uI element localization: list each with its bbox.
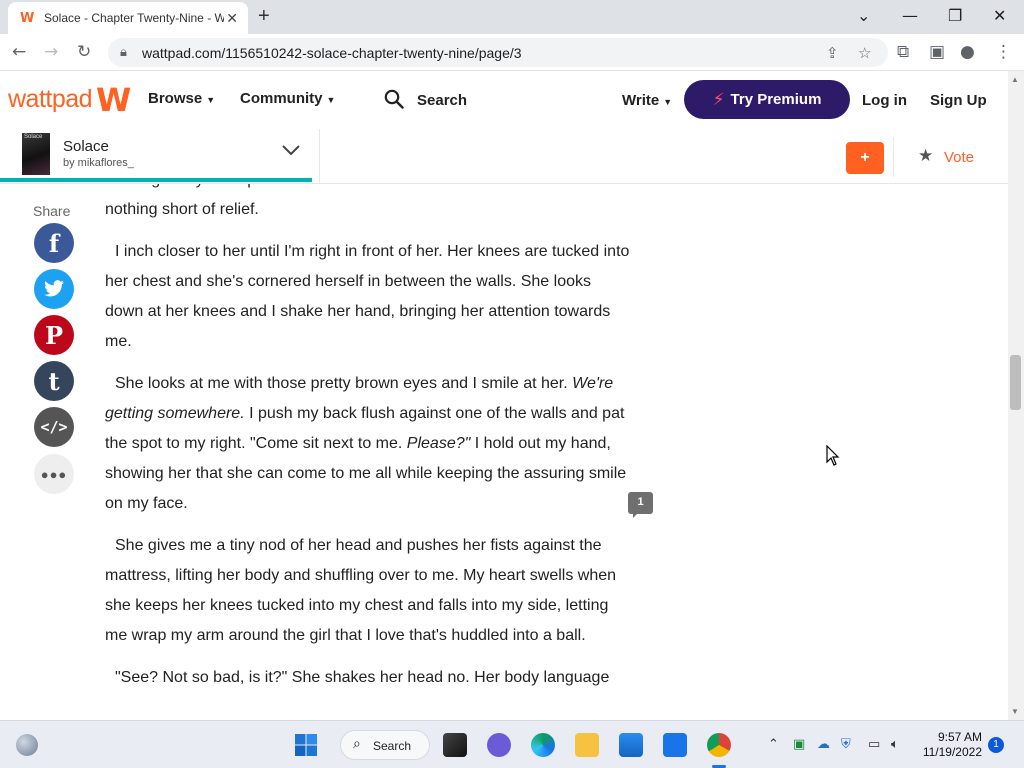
search-icon: ⌕	[353, 736, 361, 752]
tab-title: Solace - Chapter Twenty-Nine - Wattpad	[44, 11, 224, 25]
windows-start-icon[interactable]	[294, 733, 318, 757]
lightning-bolt-icon: ⚡︎	[712, 89, 725, 110]
scroll-up-arrow-icon[interactable]: ▲	[1011, 75, 1019, 84]
italic-text-run: Please?"	[406, 435, 471, 452]
chevron-down-icon[interactable]	[281, 143, 301, 157]
tab-close-icon[interactable]: ✕	[226, 10, 238, 27]
more-options-icon[interactable]: ●●●	[34, 454, 74, 494]
star-icon[interactable]: ★	[918, 146, 933, 166]
story-paragraph: thinking I may have pushed it a bit far.…	[105, 184, 621, 218]
inline-comment-badge[interactable]: 1	[628, 492, 653, 514]
taskbar-search-box[interactable]: ⌕ Search	[340, 730, 430, 760]
login-link[interactable]: Log in	[862, 92, 907, 109]
notification-count-badge[interactable]: 1	[988, 737, 1004, 753]
url-text: wattpad.com/1156510242-solace-chapter-tw…	[142, 45, 522, 61]
story-paragraph: She looks at me with those pretty brown …	[105, 369, 630, 519]
signup-link[interactable]: Sign Up	[930, 92, 987, 109]
reading-progress-bar	[0, 178, 313, 182]
onedrive-cloud-icon[interactable]: ☁	[817, 737, 830, 752]
caret-down-icon: ▼	[663, 97, 673, 107]
task-view-icon[interactable]	[443, 733, 467, 757]
restore-icon[interactable]: ❐	[948, 6, 962, 25]
close-window-icon[interactable]: ✕	[993, 6, 1006, 25]
chrome-taskbar-icon[interactable]	[707, 733, 731, 757]
wattpad-w-logo-icon[interactable]: W	[96, 81, 131, 119]
minimize-icon[interactable]: —	[902, 6, 918, 25]
reload-icon[interactable]: ↻	[77, 42, 91, 62]
bookmark-star-icon[interactable]: ☆	[858, 44, 871, 62]
clock-time: 9:57 AM	[937, 730, 982, 744]
caret-down-icon: ▼	[326, 95, 336, 105]
mail-icon[interactable]	[663, 733, 687, 757]
share-label: Share	[33, 203, 71, 219]
volume-speaker-icon[interactable]: 🔈︎	[891, 737, 899, 752]
wattpad-logo[interactable]: wattpad	[8, 85, 93, 114]
premium-label: Try Premium	[730, 91, 822, 108]
facebook-share-icon[interactable]: f	[34, 223, 74, 263]
browser-tab[interactable]: W Solace - Chapter Twenty-Nine - Wattpad…	[8, 2, 248, 34]
weather-widget-icon[interactable]	[16, 734, 38, 756]
caret-down-icon: ▼	[206, 95, 216, 105]
network-icon[interactable]: ▭	[868, 737, 880, 752]
story-title[interactable]: Solace	[63, 138, 109, 155]
lock-icon: 🔒︎	[120, 44, 127, 59]
story-paragraph: I inch closer to her until I'm right in …	[105, 243, 630, 350]
twitter-share-icon[interactable]	[34, 269, 74, 309]
story-text-container: thinking I may have pushed it a bit far.…	[105, 184, 630, 720]
share-page-icon[interactable]: ⇪	[826, 44, 839, 62]
clock-date: 11/19/2022	[922, 745, 982, 759]
browse-label: Browse	[148, 90, 203, 107]
side-panel-icon[interactable]: ▣	[929, 42, 945, 62]
search-icon[interactable]	[384, 89, 404, 109]
search-label[interactable]: Search	[417, 92, 467, 109]
browse-menu[interactable]: Browse ▼	[148, 90, 215, 107]
story-paragraph: She gives me a tiny nod of her head and …	[105, 537, 617, 644]
tab-search-chevron-icon[interactable]: ⌄	[857, 6, 870, 25]
text-run: She looks at me with those pretty brown …	[115, 375, 573, 392]
embed-code-icon[interactable]: </>	[34, 407, 74, 447]
wattpad-favicon-icon: W	[20, 10, 35, 26]
try-premium-button[interactable]: ⚡︎ Try Premium	[684, 80, 850, 119]
mouse-cursor-icon	[826, 445, 840, 466]
site-header: wattpad W Browse ▼ Community ▼ Search Writ…	[0, 71, 1008, 129]
security-shield-icon[interactable]: ⛨	[841, 737, 851, 752]
story-cover-text: Solace	[24, 134, 43, 140]
divider	[319, 129, 320, 183]
back-arrow-icon[interactable]: ←	[12, 42, 26, 62]
story-author[interactable]: by mikaflores_	[63, 157, 134, 169]
comment-badge-tail	[633, 513, 638, 518]
windows-taskbar: ⌕ Search ⌃ ▣ ☁ ⛨ ▭ 🔈︎ 9:57 AM 11/19/2022…	[0, 720, 1024, 768]
microsoft-store-icon[interactable]	[619, 733, 643, 757]
clock[interactable]: 9:57 AM 11/19/2022	[922, 730, 982, 760]
vote-button[interactable]: Vote	[944, 149, 974, 166]
scroll-down-arrow-icon[interactable]: ▼	[1011, 707, 1019, 716]
write-menu[interactable]: Write ▼	[622, 92, 672, 109]
browser-toolbar: ← → ↻ 🔒︎ wattpad.com/1156510242-solace-c…	[0, 34, 1024, 71]
story-paragraph: "See? Not so bad, is it?" She shakes her…	[115, 669, 610, 686]
tumblr-share-icon[interactable]: t	[34, 361, 74, 401]
write-label: Write	[622, 92, 660, 109]
community-label: Community	[240, 90, 323, 107]
new-tab-button[interactable]: +	[258, 5, 270, 28]
add-to-library-button[interactable]: +	[846, 142, 884, 174]
divider	[893, 137, 894, 177]
forward-arrow-icon[interactable]: →	[44, 42, 58, 62]
profile-avatar-icon[interactable]: ●	[960, 42, 975, 62]
story-info-bar: Solace Solace by mikaflores_ + ★ Vote	[0, 129, 1008, 184]
chat-teams-icon[interactable]	[487, 733, 511, 757]
file-explorer-icon[interactable]	[575, 733, 599, 757]
tray-app-icon[interactable]: ▣	[793, 737, 805, 752]
address-bar[interactable]: 🔒︎ wattpad.com/1156510242-solace-chapter…	[108, 38, 888, 67]
chrome-menu-icon[interactable]: ⋮	[995, 42, 1012, 62]
scrollbar-thumb[interactable]	[1010, 355, 1021, 410]
community-menu[interactable]: Community ▼	[240, 90, 335, 107]
taskbar-search-label: Search	[373, 739, 412, 753]
browser-tab-strip: W Solace - Chapter Twenty-Nine - Wattpad…	[0, 0, 1024, 34]
show-hidden-icons-chevron-icon[interactable]: ⌃	[768, 737, 779, 752]
extensions-puzzle-icon[interactable]: ⧉	[897, 42, 909, 62]
pinterest-share-icon[interactable]: P	[34, 315, 74, 355]
edge-browser-icon[interactable]	[531, 733, 555, 757]
